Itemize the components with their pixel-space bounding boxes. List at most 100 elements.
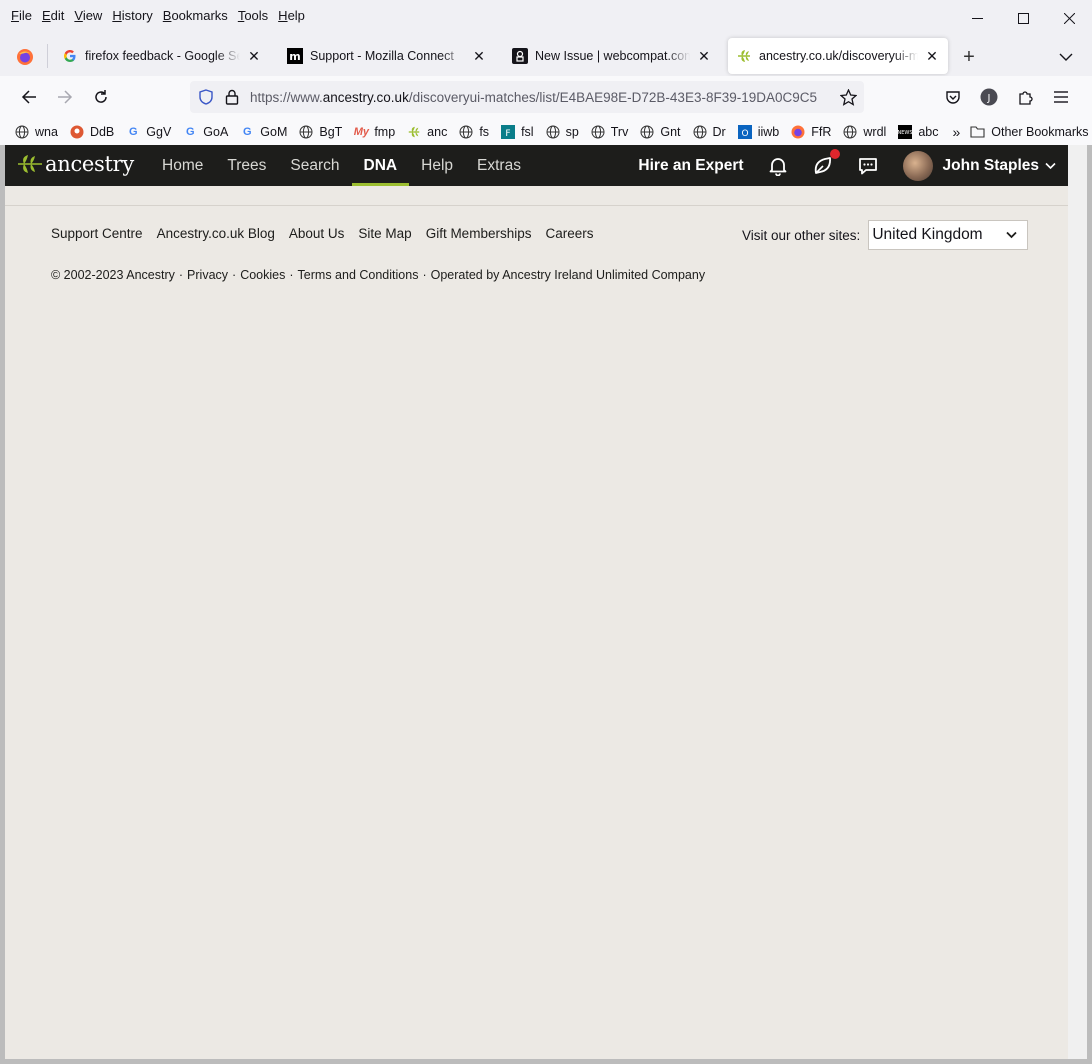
tab-ancestry[interactable]: ancestry.co.uk/discoveryui-matches ✕ (728, 38, 948, 74)
footer-link-privacy[interactable]: Privacy (187, 268, 228, 282)
bookmark-item[interactable]: G GoA (182, 124, 228, 140)
bookmark-item[interactable]: Gnt (639, 124, 681, 140)
bookmark-item[interactable]: fs (458, 124, 489, 140)
maximize-button[interactable] (1000, 0, 1046, 36)
footer-link-terms[interactable]: Terms and Conditions (298, 268, 419, 282)
account-button[interactable]: J (976, 84, 1002, 110)
reload-icon (95, 90, 107, 103)
close-tab-icon[interactable]: ✕ (924, 48, 940, 64)
globe-icon (590, 124, 606, 140)
menu-bookmarks[interactable]: Bookmarks (158, 8, 233, 23)
firefox-view-button[interactable] (12, 44, 38, 70)
bookmark-item[interactable]: Trv (590, 124, 628, 140)
bookmark-item[interactable]: NEWS abc (897, 124, 938, 140)
minimize-button[interactable] (954, 0, 1000, 36)
lock-icon[interactable] (222, 87, 242, 107)
ancestry-logo[interactable]: ancestry (17, 152, 134, 176)
bookmark-item[interactable]: BgT (298, 124, 342, 140)
nav-dna[interactable]: DNA (351, 145, 410, 186)
globe-icon (458, 124, 474, 140)
nav-help[interactable]: Help (409, 145, 465, 186)
bookmark-item[interactable]: Dr (692, 124, 726, 140)
ancestry-leaf-icon (406, 124, 422, 140)
close-window-button[interactable] (1046, 0, 1092, 36)
hints-notification-badge (829, 148, 840, 159)
other-bookmarks-folder[interactable]: Other Bookmarks (970, 124, 1089, 140)
extensions-button[interactable] (1012, 84, 1038, 110)
menu-history[interactable]: History (107, 8, 157, 23)
google-icon (62, 48, 78, 64)
mozilla-icon: m (287, 48, 303, 64)
new-tab-button[interactable]: + (957, 45, 981, 69)
bookmark-item[interactable]: G GoM (239, 124, 287, 140)
bookmarks-overflow-button[interactable]: » (952, 124, 960, 140)
url-bar[interactable]: https://www.ancestry.co.uk/discoveryui-m… (190, 81, 864, 113)
tab-title: ancestry.co.uk/discoveryui-matches (759, 49, 918, 63)
svg-text:J: J (987, 93, 991, 104)
messages-chat-icon[interactable] (856, 154, 880, 178)
forward-button[interactable] (52, 84, 78, 110)
bookmark-item[interactable]: wrdl (842, 124, 886, 140)
footer-link-support-centre[interactable]: Support Centre (51, 226, 143, 241)
close-tab-icon[interactable]: ✕ (696, 48, 712, 64)
bookmark-item[interactable]: sp (545, 124, 579, 140)
other-sites-select[interactable]: United Kingdom (868, 220, 1029, 250)
bookmark-item[interactable]: My fmp (353, 124, 395, 140)
list-all-tabs-button[interactable] (1054, 45, 1078, 69)
bookmark-item[interactable]: FfR (790, 124, 831, 140)
nav-home[interactable]: Home (150, 145, 215, 186)
footer-link-cookies[interactable]: Cookies (240, 268, 285, 282)
footer-link-careers[interactable]: Careers (545, 226, 593, 241)
hints-leaf-icon[interactable] (811, 148, 840, 178)
footer-links: Support Centre Ancestry.co.uk Blog About… (51, 226, 607, 241)
nav-search[interactable]: Search (278, 145, 351, 186)
menu-view[interactable]: View (69, 8, 107, 23)
bookmark-item[interactable]: DdB (69, 124, 114, 140)
menu-edit[interactable]: Edit (37, 8, 69, 23)
menu-file[interactable]: File (6, 8, 37, 23)
app-menu-button[interactable] (1048, 84, 1074, 110)
forward-arrow-icon (58, 90, 73, 104)
footer-link-gift-memberships[interactable]: Gift Memberships (426, 226, 532, 241)
tab-webcompat[interactable]: New Issue | webcompat.com ✕ (504, 38, 720, 74)
tracking-protection-shield-icon[interactable] (196, 87, 216, 107)
other-sites-selected-value: United Kingdom (872, 226, 983, 243)
bookmark-item[interactable]: G GgV (125, 124, 171, 140)
footer-link-site-map[interactable]: Site Map (358, 226, 411, 241)
globe-icon (639, 124, 655, 140)
menu-help[interactable]: Help (273, 8, 310, 23)
tab-title: firefox feedback - Google Search (85, 49, 240, 63)
operator-text: Operated by Ancestry Ireland Unlimited C… (430, 268, 706, 282)
copyright-line: © 2002-2023 Ancestry · Privacy · Cookies · Ter… (51, 268, 705, 282)
copyright-text: © 2002-2023 Ancestry (51, 268, 175, 282)
bookmark-item[interactable]: Ffsl (500, 124, 534, 140)
user-name[interactable]: John Staples (943, 157, 1039, 175)
separator-dot: · (232, 268, 237, 282)
footer-link-about-us[interactable]: About Us (289, 226, 345, 241)
notifications-bell-icon[interactable] (766, 154, 790, 178)
avatar[interactable] (902, 150, 933, 181)
ancestry-header-actions: Hire an Expert John Staples (638, 145, 1068, 186)
page-scrollbar[interactable] (1068, 145, 1087, 1059)
tab-google-search[interactable]: firefox feedback - Google Search ✕ (54, 38, 270, 74)
separator-dot: · (178, 268, 184, 282)
back-button[interactable] (16, 84, 42, 110)
pocket-button[interactable] (940, 84, 966, 110)
bookmark-item[interactable]: Oiiwb (737, 124, 779, 140)
bookmark-item[interactable]: anc (406, 124, 447, 140)
url-text[interactable]: https://www.ancestry.co.uk/discoveryui-m… (250, 90, 830, 105)
reload-button[interactable] (88, 84, 114, 110)
close-tab-icon[interactable]: ✕ (246, 48, 262, 64)
nav-extras[interactable]: Extras (465, 145, 533, 186)
bookmark-item[interactable]: wna (14, 124, 58, 140)
chevron-down-icon[interactable] (1045, 162, 1056, 170)
menu-tools[interactable]: Tools (233, 8, 273, 23)
nav-trees[interactable]: Trees (215, 145, 278, 186)
tab-mozilla-connect[interactable]: m Support - Mozilla Connect ✕ (279, 38, 495, 74)
bookmark-star-icon[interactable] (838, 87, 858, 107)
ancestry-header: ancestry Home Trees Search DNA Help Extr… (5, 145, 1068, 186)
hire-an-expert-link[interactable]: Hire an Expert (638, 157, 743, 175)
footer-link-blog[interactable]: Ancestry.co.uk Blog (157, 226, 275, 241)
tab-bar: firefox feedback - Google Search ✕ m Sup… (0, 36, 1092, 76)
close-tab-icon[interactable]: ✕ (471, 48, 487, 64)
